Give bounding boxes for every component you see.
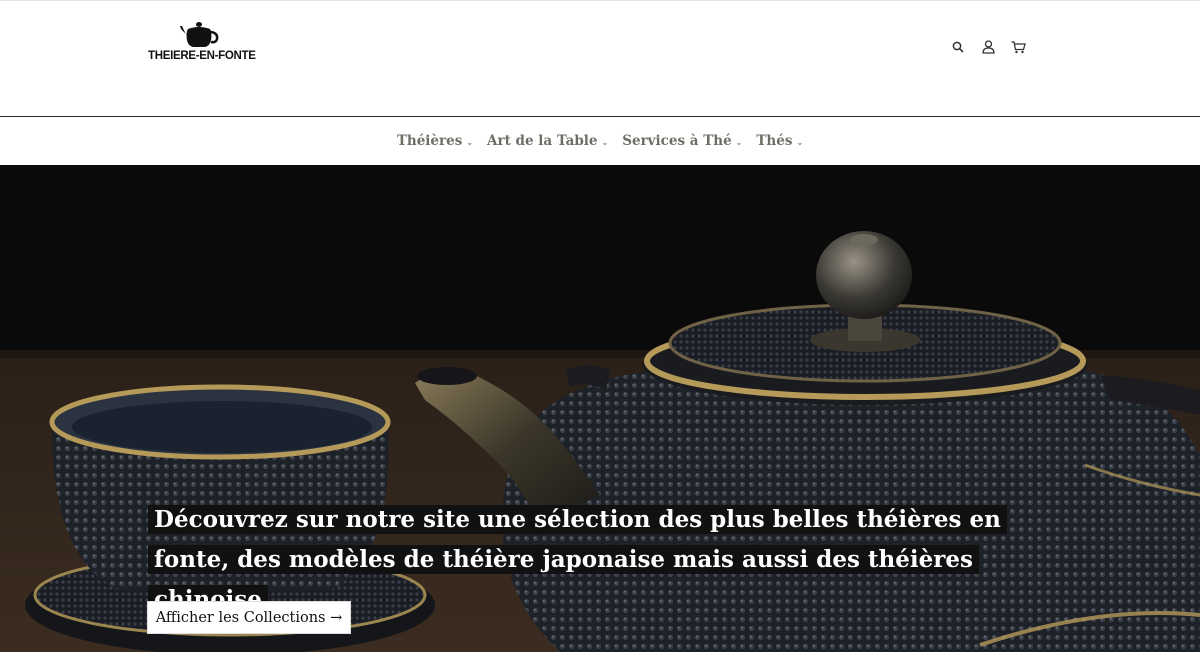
hero-banner: Découvrez sur notre site une sélection d… bbox=[0, 165, 1200, 652]
logo-text: THEIERE-EN-FONTE bbox=[148, 50, 256, 62]
view-collections-button[interactable]: Afficher les Collections → bbox=[147, 601, 351, 634]
nav-item-thes[interactable]: Thés ⌄ bbox=[749, 133, 810, 149]
teapot-icon bbox=[180, 22, 219, 47]
nav-item-services-a-the[interactable]: Services à Thé ⌄ bbox=[615, 133, 749, 149]
main-navigation: Théières ⌄ Art de la Table ⌄ Services à … bbox=[0, 116, 1200, 165]
nav-item-label: Théières bbox=[396, 133, 463, 149]
chevron-down-icon: ⌄ bbox=[601, 137, 609, 147]
chevron-down-icon: ⌄ bbox=[466, 137, 474, 147]
chevron-down-icon: ⌄ bbox=[796, 137, 804, 147]
cart-icon[interactable] bbox=[1010, 39, 1026, 55]
site-header: THEIERE-EN-FONTE bbox=[0, 1, 1200, 116]
search-icon[interactable] bbox=[950, 39, 966, 55]
nav-item-art-de-la-table[interactable]: Art de la Table ⌄ bbox=[480, 133, 615, 149]
account-icon[interactable] bbox=[980, 39, 996, 55]
hero-headline-text: Découvrez sur notre site une sélection d… bbox=[148, 505, 1007, 614]
header-icons bbox=[950, 37, 1026, 57]
nav-item-label: Art de la Table bbox=[487, 133, 598, 149]
nav-item-theieres[interactable]: Théières ⌄ bbox=[390, 133, 480, 149]
site-logo[interactable]: THEIERE-EN-FONTE bbox=[148, 21, 268, 69]
nav-item-label: Thés bbox=[756, 133, 793, 149]
chevron-down-icon: ⌄ bbox=[735, 137, 743, 147]
hero-headline: Découvrez sur notre site une sélection d… bbox=[148, 497, 1028, 617]
nav-item-label: Services à Thé bbox=[622, 133, 732, 149]
